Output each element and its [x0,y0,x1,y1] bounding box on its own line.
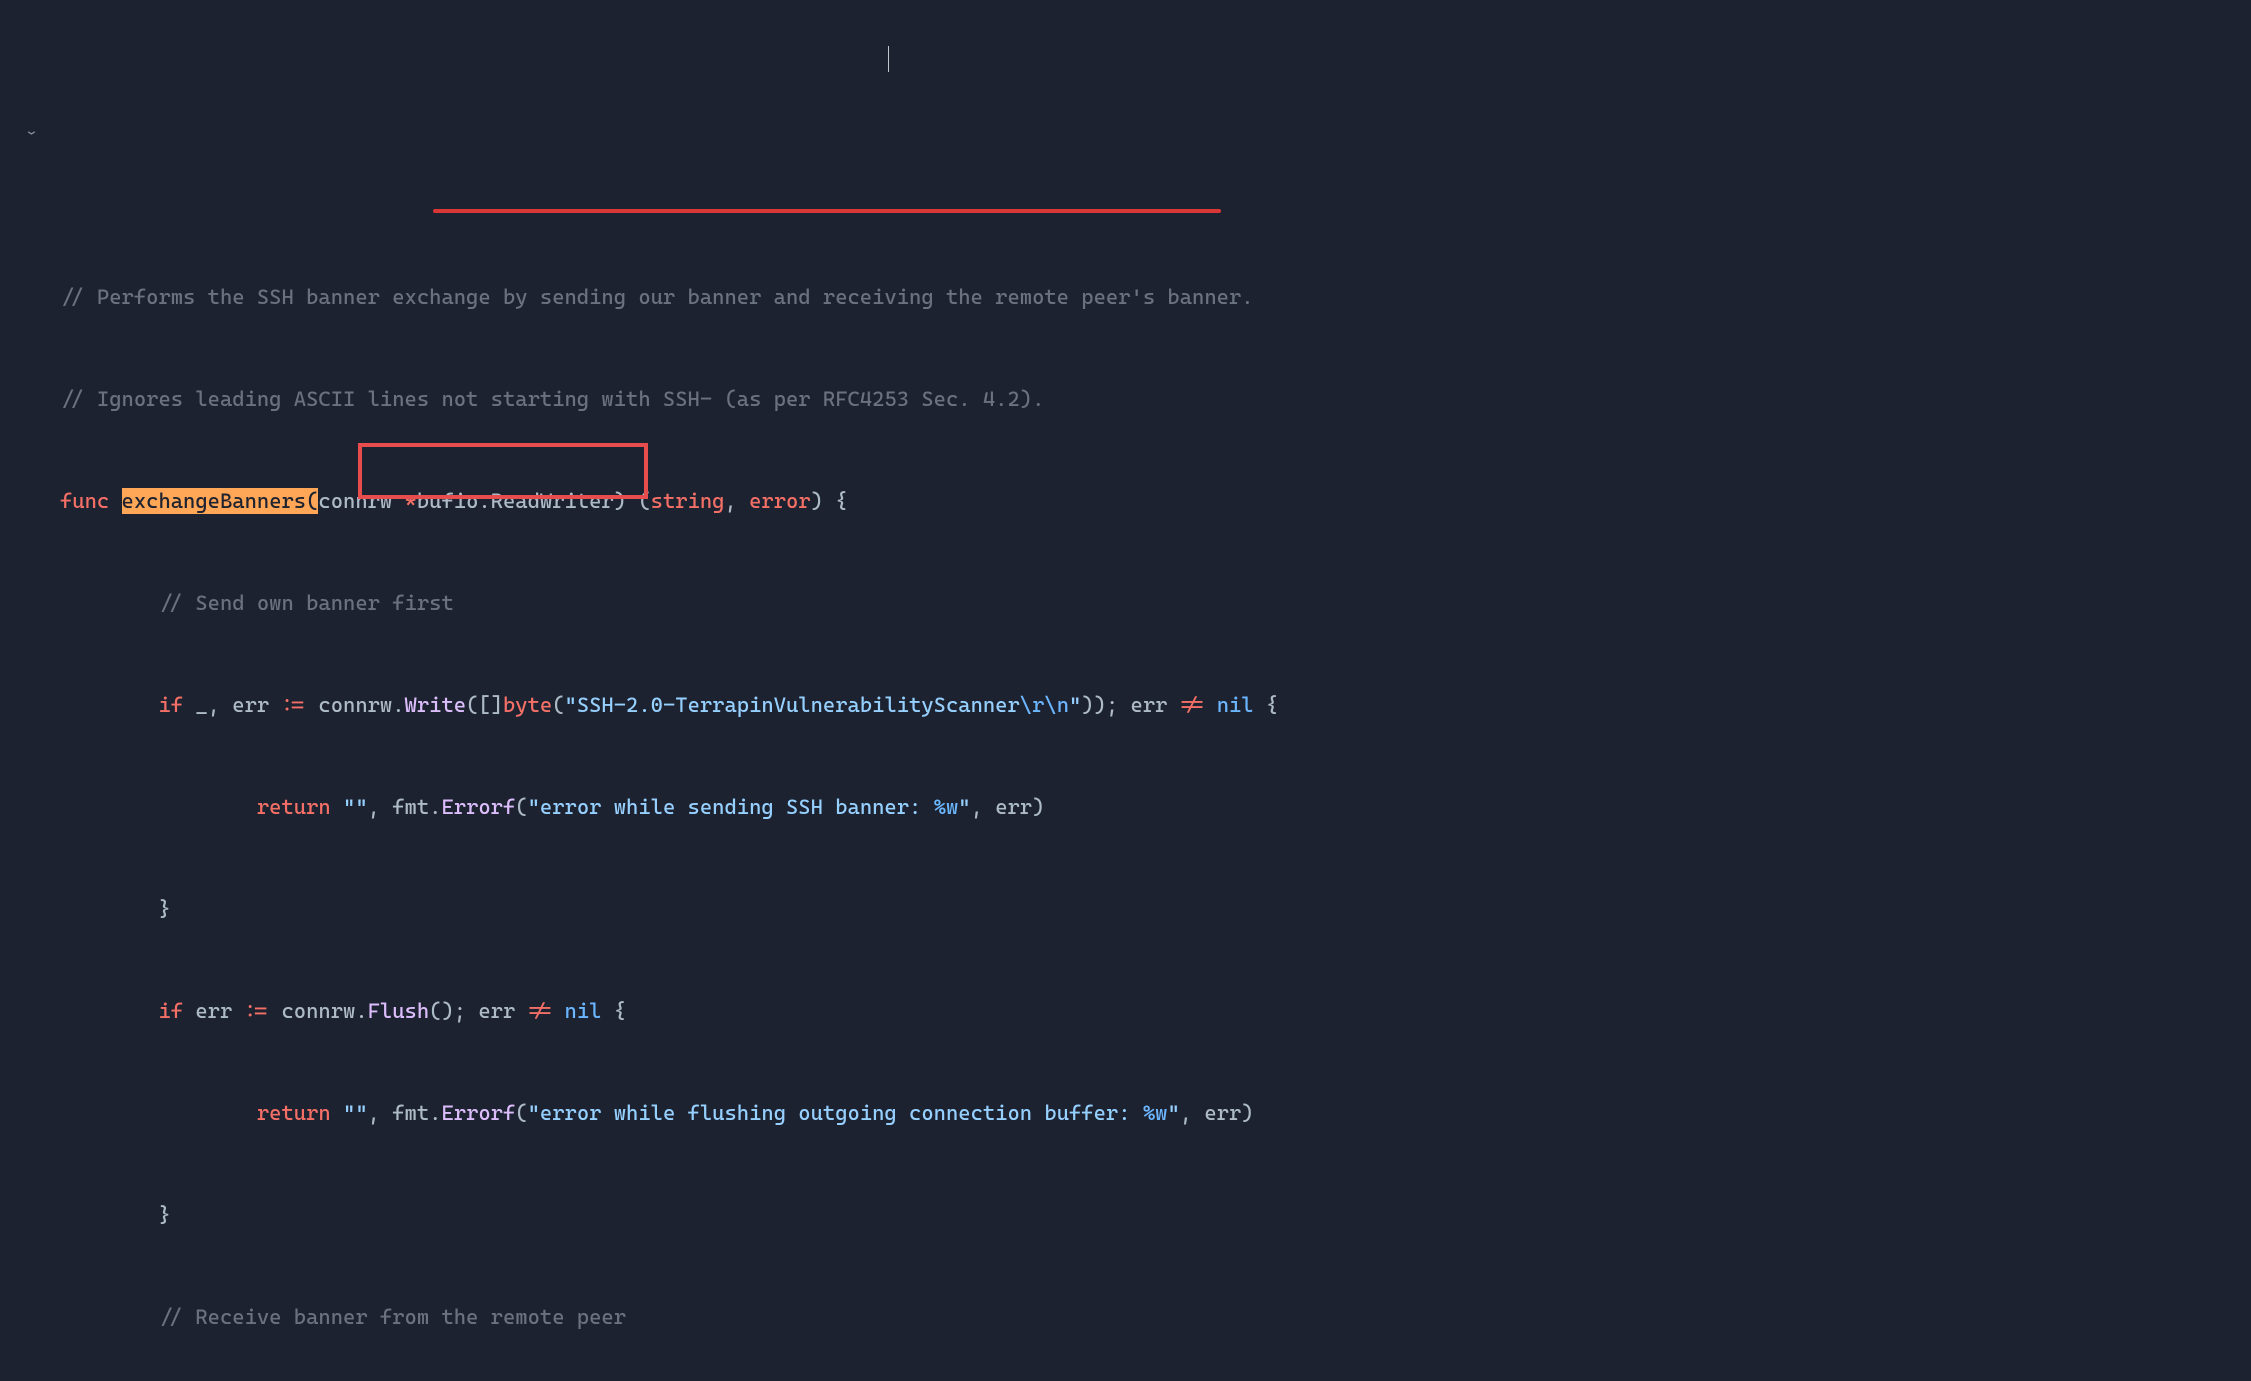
code-line: func exchangeBanners(connrw *bufio.ReadW… [60,484,2251,518]
code-line: } [60,1198,2251,1232]
gutter: ⌄ [0,0,56,1381]
code-line: return "", fmt.Errorf("error while sendi… [60,790,2251,824]
code-line: if err := connrw.Flush(); err != nil { [60,994,2251,1028]
code-line: // Ignores leading ASCII lines not start… [60,382,2251,416]
code-line: // Performs the SSH banner exchange by s… [60,280,2251,314]
highlighted-fn-name: exchangeBanners( [122,488,319,514]
code-line: } [60,892,2251,926]
fold-chevron-icon[interactable]: ⌄ [24,119,39,143]
code-line: // Send own banner first [60,586,2251,620]
text-caret [888,46,889,72]
code-line: return "", fmt.Errorf("error while flush… [60,1096,2251,1130]
code-editor[interactable]: ⌄ // Performs the SSH banner exchange by… [0,0,2251,1381]
code-area[interactable]: // Performs the SSH banner exchange by s… [60,212,2251,1381]
code-line: // Receive banner from the remote peer [60,1300,2251,1334]
code-line: if _, err := connrw.Write([]byte("SSH-2.… [60,688,2251,722]
